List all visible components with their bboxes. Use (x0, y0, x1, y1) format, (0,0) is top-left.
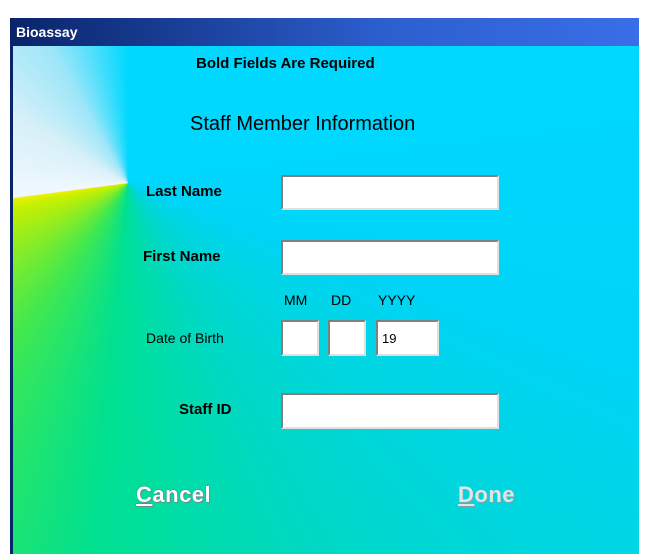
staff-id-label: Staff ID (179, 401, 232, 418)
first-name-label: First Name (143, 248, 221, 265)
dob-day-input[interactable] (328, 320, 366, 356)
dob-year-input[interactable] (376, 320, 439, 356)
bioassay-window: Bioassay Bold Fields Are Required Staff … (10, 18, 639, 554)
done-button[interactable]: Done (458, 482, 515, 508)
staff-id-input[interactable] (281, 393, 499, 429)
window-title: Bioassay (16, 24, 78, 40)
done-label-rest: one (474, 482, 516, 507)
required-fields-notice: Bold Fields Are Required (196, 55, 375, 72)
last-name-label: Last Name (146, 183, 222, 200)
cancel-label-rest: ancel (152, 482, 212, 507)
title-bar[interactable]: Bioassay (10, 18, 639, 46)
last-name-input[interactable] (281, 175, 499, 210)
dob-yyyy-label: YYYY (378, 292, 416, 308)
cancel-button[interactable]: Cancel (136, 482, 211, 508)
section-title: Staff Member Information (190, 113, 416, 135)
dob-month-input[interactable] (281, 320, 319, 356)
dob-dd-label: DD (331, 292, 352, 308)
done-mnemonic: D (458, 482, 475, 507)
dialog-client-area: Bold Fields Are Required Staff Member In… (13, 46, 639, 554)
dob-mm-label: MM (284, 292, 308, 308)
date-of-birth-label: Date of Birth (146, 330, 224, 346)
cancel-mnemonic: C (136, 482, 153, 507)
first-name-input[interactable] (281, 240, 499, 275)
